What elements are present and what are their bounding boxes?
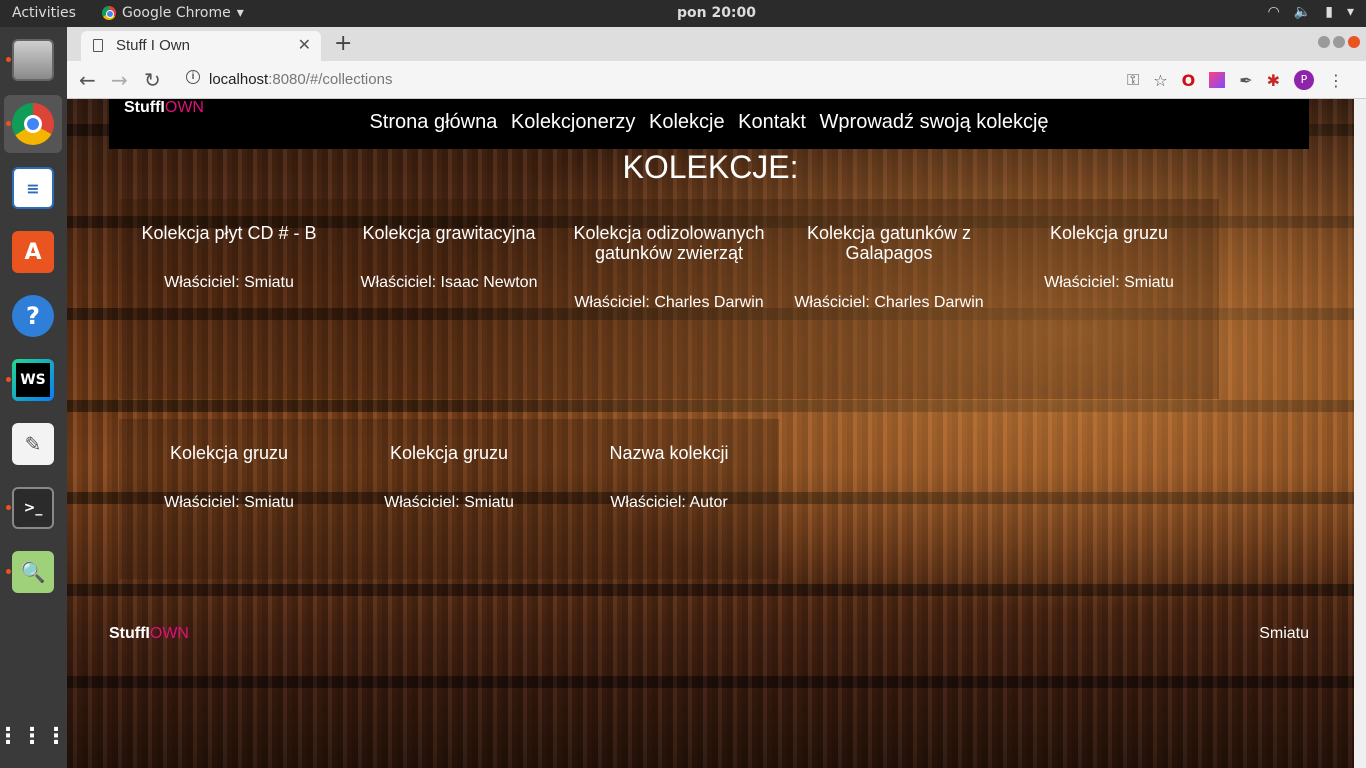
collection-card[interactable]: Kolekcja odizolowanych gatunków zwierząt… bbox=[559, 199, 779, 399]
dock-chrome[interactable] bbox=[4, 95, 62, 153]
nav-home[interactable]: Strona główna bbox=[369, 111, 497, 133]
collection-owner: Właściciel: Charles Darwin bbox=[794, 294, 984, 311]
close-tab-icon[interactable]: ✕ bbox=[298, 35, 311, 54]
reload-icon[interactable]: ↻ bbox=[144, 68, 161, 92]
minimize-button[interactable] bbox=[1318, 36, 1330, 48]
dock-help[interactable]: ? bbox=[4, 287, 62, 345]
forward-icon[interactable]: → bbox=[111, 68, 128, 92]
dock-software[interactable]: A bbox=[4, 223, 62, 281]
dock-writer[interactable]: ≡ bbox=[4, 159, 62, 217]
key-icon[interactable]: ⚿ bbox=[1127, 70, 1139, 90]
running-indicator bbox=[6, 121, 11, 126]
software-center-icon: A bbox=[12, 231, 54, 273]
collection-name: Kolekcja gruzu bbox=[169, 443, 289, 463]
collection-name: Kolekcja gatunków z Galapagos bbox=[806, 223, 972, 263]
collection-name: Kolekcja grawitacyjna bbox=[362, 223, 536, 243]
site-info-icon[interactable]: i bbox=[186, 70, 200, 84]
url-host: localhost bbox=[209, 71, 269, 88]
close-window-button[interactable] bbox=[1348, 36, 1360, 48]
running-indicator bbox=[6, 505, 11, 510]
url-path: :8080/#/collections bbox=[268, 71, 393, 88]
wifi-icon[interactable]: ◠ bbox=[1268, 4, 1280, 20]
collection-name: Nazwa kolekcji bbox=[609, 443, 729, 463]
browser-toolbar: ← → ↻ i localhost:8080/#/collections ⚿ ☆… bbox=[67, 61, 1366, 99]
collection-name: Kolekcja płyt CD # - B bbox=[141, 223, 317, 243]
nav-contact[interactable]: Kontakt bbox=[738, 111, 806, 133]
nav-add-collection[interactable]: Wprowadź swoją kolekcję bbox=[820, 111, 1049, 133]
collection-card[interactable]: Kolekcja gruzu Właściciel: Smiatu bbox=[119, 419, 339, 579]
footer-author: Smiatu bbox=[1259, 625, 1309, 642]
collection-owner: Właściciel: Smiatu bbox=[164, 494, 294, 511]
clock[interactable]: pon 20:00 bbox=[0, 5, 1366, 21]
collection-owner: Właściciel: Charles Darwin bbox=[574, 294, 764, 311]
extension-icon[interactable] bbox=[1209, 72, 1226, 88]
menu-dots-icon[interactable]: ⋮ bbox=[1328, 71, 1344, 90]
collection-owner: Właściciel: Smiatu bbox=[1044, 274, 1174, 291]
running-indicator bbox=[6, 377, 11, 382]
site-nav-menu: Strona główna Kolekcjonerzy Kolekcje Kon… bbox=[109, 111, 1309, 134]
collection-card[interactable]: Kolekcja płyt CD # - B Właściciel: Smiat… bbox=[119, 199, 339, 399]
files-icon bbox=[12, 39, 54, 81]
eyedropper-icon[interactable]: ✒ bbox=[1239, 71, 1252, 90]
logo-white-part: StuffI bbox=[109, 625, 150, 642]
extension-bug-icon[interactable]: ✱ bbox=[1267, 71, 1280, 90]
webstorm-icon: WS bbox=[12, 359, 54, 401]
window-controls bbox=[1318, 36, 1360, 48]
new-tab-button[interactable]: + bbox=[334, 31, 352, 56]
power-menu-icon[interactable]: ▾ bbox=[1347, 4, 1354, 20]
opera-extension-icon[interactable]: O bbox=[1182, 71, 1196, 90]
writer-icon: ≡ bbox=[12, 167, 54, 209]
collection-card[interactable]: Kolekcja gruzu Właściciel: Smiatu bbox=[339, 419, 559, 579]
collection-name: Kolekcja gruzu bbox=[1049, 223, 1169, 243]
tab-title: Stuff I Own bbox=[116, 37, 190, 54]
system-top-bar: Activities Google Chrome ▾ pon 20:00 ◠ 🔈… bbox=[0, 0, 1366, 27]
help-icon: ? bbox=[12, 295, 54, 337]
back-icon[interactable]: ← bbox=[79, 68, 96, 92]
collection-owner: Właściciel: Smiatu bbox=[384, 494, 514, 511]
show-applications-button[interactable]: ⋮⋮⋮ bbox=[0, 707, 69, 765]
page-title: KOLEKCJE: bbox=[622, 149, 799, 185]
running-indicator bbox=[6, 57, 11, 62]
system-tray[interactable]: ◠ 🔈 ▮ ▾ bbox=[1268, 4, 1354, 20]
nav-collectors[interactable]: Kolekcjonerzy bbox=[511, 111, 636, 133]
volume-icon[interactable]: 🔈 bbox=[1294, 4, 1311, 20]
dock-files[interactable] bbox=[4, 31, 62, 89]
collection-card[interactable]: Kolekcja gatunków z Galapagos Właściciel… bbox=[779, 199, 999, 399]
footer-logo[interactable]: StuffIOWN bbox=[109, 625, 189, 643]
running-indicator bbox=[6, 569, 11, 574]
site-footer: StuffIOWN Smiatu bbox=[67, 625, 1354, 653]
battery-icon[interactable]: ▮ bbox=[1325, 4, 1333, 20]
page-icon bbox=[93, 39, 103, 52]
collection-card[interactable]: Nazwa kolekcji Właściciel: Autor bbox=[559, 419, 779, 579]
chrome-icon bbox=[12, 103, 54, 145]
toolbar-icons: ⚿ ☆ O ✒ ✱ P ⋮ bbox=[1127, 70, 1344, 90]
dock-image-viewer[interactable]: 🔍 bbox=[4, 543, 62, 601]
bookmark-star-icon[interactable]: ☆ bbox=[1153, 71, 1167, 90]
page-scrollbar[interactable] bbox=[1354, 99, 1366, 768]
terminal-icon: >_ bbox=[12, 487, 54, 529]
collection-name: Kolekcja gruzu bbox=[389, 443, 509, 463]
collection-card[interactable]: Kolekcja gruzu Właściciel: Smiatu bbox=[999, 199, 1219, 399]
text-editor-icon: ✎ bbox=[12, 423, 54, 465]
tab-strip: Stuff I Own ✕ + bbox=[67, 27, 1366, 61]
page-viewport: StuffIOWN Strona główna Kolekcjonerzy Ko… bbox=[67, 99, 1354, 768]
collection-card[interactable]: Kolekcja grawitacyjna Właściciel: Isaac … bbox=[339, 199, 559, 399]
dock-text-editor[interactable]: ✎ bbox=[4, 415, 62, 473]
profile-avatar[interactable]: P bbox=[1294, 70, 1314, 90]
collection-owner: Właściciel: Autor bbox=[610, 494, 728, 511]
maximize-button[interactable] bbox=[1333, 36, 1345, 48]
dock: ≡ A ? WS ✎ >_ 🔍 ⋮⋮⋮ bbox=[0, 27, 67, 768]
dock-webstorm[interactable]: WS bbox=[4, 351, 62, 409]
logo-pink-part: OWN bbox=[149, 625, 189, 642]
collection-name: Kolekcja odizolowanych gatunków zwierząt bbox=[573, 223, 765, 263]
collection-owner: Właściciel: Isaac Newton bbox=[360, 274, 538, 291]
site-navbar: StuffIOWN Strona główna Kolekcjonerzy Ko… bbox=[109, 99, 1309, 149]
dock-terminal[interactable]: >_ bbox=[4, 479, 62, 537]
collection-owner: Właściciel: Smiatu bbox=[164, 274, 294, 291]
address-bar[interactable]: i localhost:8080/#/collections bbox=[179, 67, 1159, 93]
nav-collections[interactable]: Kolekcje bbox=[649, 111, 725, 133]
image-viewer-icon: 🔍 bbox=[12, 551, 54, 593]
browser-tab[interactable]: Stuff I Own ✕ bbox=[81, 31, 321, 61]
app-grid-icon: ⋮⋮⋮ bbox=[0, 723, 69, 749]
